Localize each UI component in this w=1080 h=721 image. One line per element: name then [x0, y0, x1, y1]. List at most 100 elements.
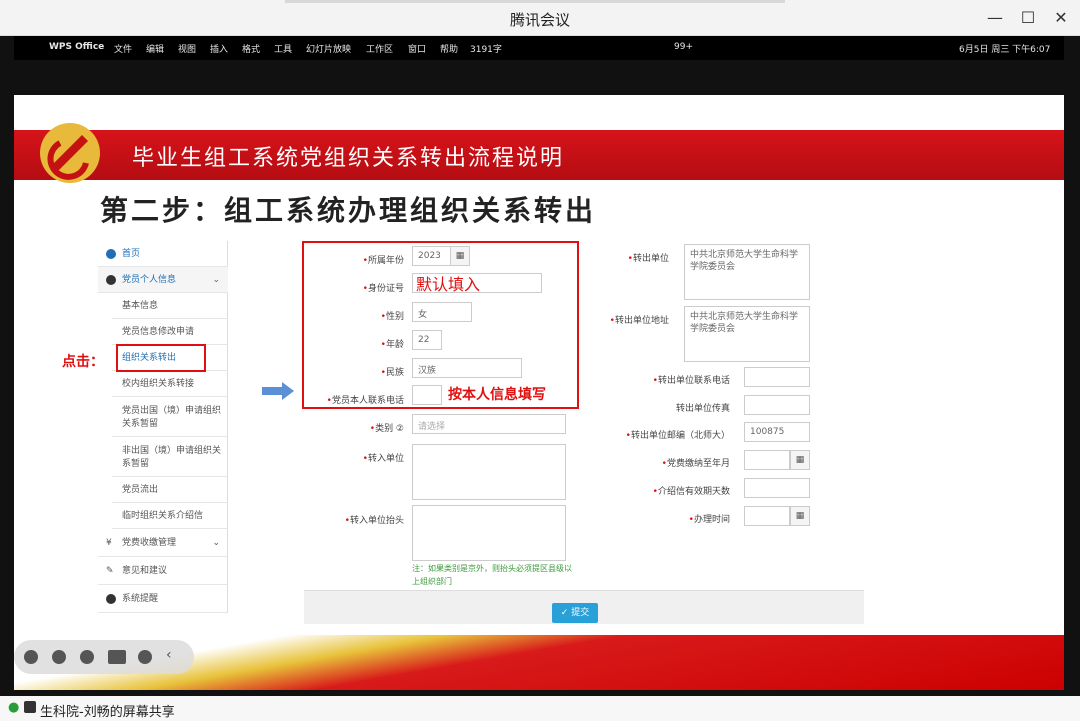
app-menu[interactable]: WPS Office [49, 42, 104, 52]
highlight-box-personal [302, 241, 579, 409]
slide-banner: 毕业生组工系统党组织关系转出流程说明 [14, 130, 1064, 180]
from-fax-field[interactable] [744, 395, 810, 415]
from-phone-label-text: 转出单位联系电话 [657, 376, 730, 386]
category-label: •类别 ② [369, 424, 404, 434]
word-count: 3191字 [470, 45, 502, 55]
maximize-button[interactable]: ☐ [1013, 6, 1043, 30]
minimize-button[interactable]: — [980, 6, 1010, 30]
window-title: 腾讯会议 [509, 11, 570, 29]
from-zip-label-text: 转出单位邮编（北师大） [630, 431, 730, 441]
to-header-field[interactable] [412, 505, 566, 561]
to-header-label: •转入单位抬头 [344, 516, 404, 526]
from-unit-label: •转出单位 [627, 254, 669, 264]
more-icon[interactable] [138, 650, 152, 664]
arrow-right-icon [262, 382, 294, 400]
share-label: 生科院-刘畅的屏幕共享 [40, 705, 175, 720]
menu-insert[interactable]: 插入 [210, 42, 228, 55]
to-unit-label: •转入单位 [362, 454, 404, 464]
video-icon[interactable] [108, 650, 126, 664]
to-unit-field[interactable] [412, 444, 566, 500]
fee-field[interactable] [744, 450, 790, 470]
nav-fees-label: 党费收缴管理 [122, 538, 177, 548]
home-icon [106, 249, 116, 259]
click-annotation: 点击： [62, 354, 104, 370]
nav-abroad-hold[interactable]: 党员出国（境）申请组织关系暂留 [112, 397, 228, 437]
chevron-down-icon: ⌄ [212, 538, 220, 548]
fee-label: •党费缴纳至年月 [661, 459, 730, 469]
menu-help[interactable]: 帮助 [440, 42, 458, 55]
collapse-icon[interactable]: ‹ [166, 647, 172, 663]
close-button[interactable]: ✕ [1046, 6, 1076, 30]
info-icon [106, 594, 116, 604]
menu-view[interactable]: 视图 [178, 42, 196, 55]
nav-feedback[interactable]: ✎ 意见和建议 [98, 557, 228, 585]
screen-share-icon [24, 701, 36, 713]
nav-reminder-label: 系统提醒 [122, 594, 159, 604]
letter-label: •介绍信有效期天数 [652, 487, 730, 497]
from-zip-field[interactable]: 100875 [744, 422, 810, 442]
from-zip-label: •转出单位邮编（北师大） [625, 431, 730, 441]
menu-workspace[interactable]: 工作区 [366, 42, 393, 55]
nav-basic-info[interactable]: 基本信息 [112, 293, 228, 319]
to-unit-label-text: 转入单位 [367, 454, 404, 464]
annotation-toolbar: ‹ [14, 640, 194, 674]
nav-personal-label: 党员个人信息 [122, 275, 177, 285]
submit-label: 提交 [571, 608, 590, 618]
nav-modify-request[interactable]: 党员信息修改申请 [112, 319, 228, 345]
highlight-box-transfer [116, 344, 206, 372]
category-note: 注：如果类别是京外，则抬头必须提区县级以上组织部门 [412, 564, 572, 586]
side-nav: 首页 党员个人信息 ⌄ 基本信息 党员信息修改申请 组织关系转出 校内组织关系转… [98, 241, 228, 613]
mac-menubar: WPS Office 文件 编辑 视图 插入 格式 工具 幻灯片放映 工作区 窗… [14, 36, 1064, 60]
nav-home-label: 首页 [122, 249, 141, 259]
chevron-down-icon: ⌄ [212, 275, 220, 285]
nav-reminder[interactable]: 系统提醒 [98, 585, 228, 613]
from-phone-label: •转出单位联系电话 [652, 376, 730, 386]
menu-slideshow[interactable]: 幻灯片放映 [306, 42, 351, 55]
menu-edit[interactable]: 编辑 [146, 42, 164, 55]
nav-personal-info[interactable]: 党员个人信息 ⌄ [98, 267, 228, 293]
step-title: 第二步：组工系统办理组织关系转出 [100, 194, 597, 227]
from-unit-label-text: 转出单位 [632, 254, 669, 264]
fee-label-text: 党费缴纳至年月 [666, 459, 730, 469]
edit-icon: ✎ [106, 566, 114, 576]
forward-icon[interactable] [52, 650, 66, 664]
back-icon[interactable] [24, 650, 38, 664]
from-unit-field[interactable]: 中共北京师范大学生命科学学院委员会 [684, 244, 810, 300]
date-field[interactable] [744, 506, 790, 526]
notification-count[interactable]: 99+ [674, 42, 693, 52]
party-emblem-icon [40, 123, 100, 183]
letter-field[interactable] [744, 478, 810, 498]
from-phone-field[interactable] [744, 367, 810, 387]
submit-button[interactable]: ✓ 提交 [552, 603, 598, 623]
nav-nonabroad-hold[interactable]: 非出国（境）申请组织关系暂留 [112, 437, 228, 477]
nav-home[interactable]: 首页 [98, 241, 228, 267]
calendar-icon[interactable]: ▦ [790, 506, 810, 526]
menu-tools[interactable]: 工具 [274, 42, 292, 55]
pen-icon[interactable] [80, 650, 94, 664]
clock: 6月5日 周三 下午6:07 [959, 45, 1051, 55]
menu-format[interactable]: 格式 [242, 42, 260, 55]
from-addr-label: •转出单位地址 [609, 316, 669, 326]
info-icon [106, 275, 116, 285]
slide: 毕业生组工系统党组织关系转出流程说明 第二步：组工系统办理组织关系转出 首页 党… [14, 95, 1064, 690]
from-fax-label: 转出单位传真 [574, 401, 730, 414]
nav-fees[interactable]: ¥ 党费收缴管理 ⌄ [98, 529, 228, 557]
from-fax-label-text: 转出单位传真 [675, 404, 730, 414]
nav-member-out[interactable]: 党员流出 [112, 477, 228, 503]
share-footer: ● 生科院-刘畅的屏幕共享 [0, 696, 1080, 721]
date-label: •办理时间 [688, 515, 730, 525]
letter-label-text: 介绍信有效期天数 [657, 487, 730, 497]
nav-temp-letter[interactable]: 临时组织关系介绍信 [112, 503, 228, 529]
yen-icon: ¥ [106, 538, 112, 548]
from-addr-label-text: 转出单位地址 [614, 316, 669, 326]
nav-campus-transfer[interactable]: 校内组织关系转接 [112, 371, 228, 397]
category-select[interactable]: 请选择 [412, 414, 566, 434]
menu-window[interactable]: 窗口 [408, 42, 426, 55]
mic-icon[interactable]: ● [8, 700, 19, 715]
from-addr-field[interactable]: 中共北京师范大学生命科学学院委员会 [684, 306, 810, 362]
to-header-label-text: 转入单位抬头 [349, 516, 404, 526]
window-titlebar: 腾讯会议 — ☐ ✕ [0, 0, 1080, 36]
calendar-icon[interactable]: ▦ [790, 450, 810, 470]
menu-file[interactable]: 文件 [114, 42, 132, 55]
nav-feedback-label: 意见和建议 [122, 566, 168, 576]
